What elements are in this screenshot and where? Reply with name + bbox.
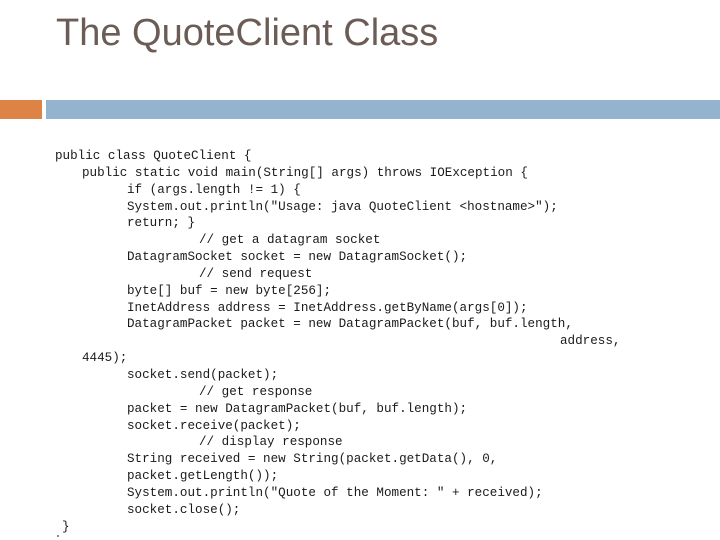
code-line: System.out.println("Usage: java QuoteCli… — [0, 199, 720, 216]
code-text: System.out.println("Usage: java QuoteCli… — [127, 199, 558, 214]
code-text: DatagramPacket packet = new DatagramPack… — [127, 317, 573, 332]
accent-square-orange — [0, 100, 42, 119]
code-comment-line: // get response — [0, 384, 720, 401]
code-block: public class QuoteClient { public static… — [0, 148, 720, 535]
code-text: socket.send(packet); — [127, 367, 279, 382]
code-text: socket.receive(packet); — [127, 418, 301, 433]
code-line: public static void main(String[] args) t… — [0, 165, 720, 182]
code-line: 4445); — [0, 350, 720, 367]
code-line: System.out.println("Quote of the Moment:… — [0, 485, 720, 502]
code-line: String received = new String(packet.getD… — [0, 451, 720, 468]
code-comment: // send request — [199, 266, 313, 281]
code-text: System.out.println("Quote of the Moment:… — [127, 485, 543, 500]
code-text: address, — [560, 334, 621, 349]
code-text: if (args.length != 1) { — [127, 182, 301, 197]
code-comment: // get a datagram socket — [199, 233, 381, 248]
code-line: if (args.length != 1) { — [0, 182, 720, 199]
code-comment-line: // get a datagram socket — [0, 232, 720, 249]
code-text: byte[] buf = new byte[256]; — [127, 283, 332, 298]
code-text: packet.getLength()); — [127, 469, 279, 484]
code-text: 4445); — [82, 351, 128, 366]
code-line: socket.send(packet); — [0, 367, 720, 384]
code-line: InetAddress address = InetAddress.getByN… — [0, 300, 720, 317]
code-text: return; } — [127, 216, 196, 231]
code-line: DatagramSocket socket = new DatagramSock… — [0, 249, 720, 266]
code-line: DatagramPacket packet = new DatagramPack… — [0, 316, 720, 333]
slide-title: The QuoteClient Class — [56, 12, 439, 54]
code-line: address, — [0, 333, 720, 350]
code-text: } — [62, 519, 70, 534]
code-line: } — [0, 519, 720, 536]
code-line: packet = new DatagramPacket(buf, buf.len… — [0, 401, 720, 418]
code-line: packet.getLength()); — [0, 468, 720, 485]
code-comment: // get response — [199, 384, 313, 399]
code-comment-line: // send request — [0, 266, 720, 283]
code-text: public static void main(String[] args) t… — [82, 165, 528, 180]
code-text: packet = new DatagramPacket(buf, buf.len… — [127, 401, 468, 416]
stray-dot — [57, 535, 59, 537]
code-text: public class QuoteClient { — [55, 149, 252, 163]
code-line: socket.receive(packet); — [0, 418, 720, 435]
code-text: DatagramSocket socket = new DatagramSock… — [127, 250, 468, 265]
code-text: String received = new String(packet.getD… — [127, 452, 498, 467]
code-line: byte[] buf = new byte[256]; — [0, 283, 720, 300]
code-comment-line: // display response — [0, 434, 720, 451]
code-text: socket.close(); — [127, 502, 241, 517]
accent-bar-blue — [46, 100, 720, 119]
code-text: InetAddress address = InetAddress.getByN… — [127, 300, 528, 315]
code-comment: // display response — [199, 435, 343, 450]
code-line: socket.close(); — [0, 502, 720, 519]
code-line: return; } — [0, 215, 720, 232]
code-line: public class QuoteClient { — [0, 148, 720, 165]
